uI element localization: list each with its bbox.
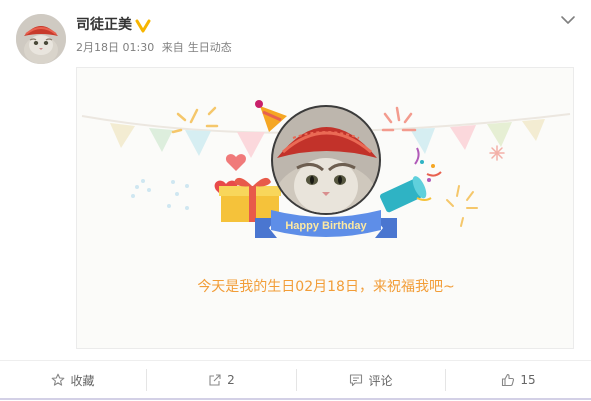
thumbs-up-icon (502, 373, 515, 387)
repost-button[interactable]: 2 (147, 361, 296, 399)
birthday-message: 今天是我的生日02月18日，来祝福我吧~ (197, 279, 455, 295)
cat-avatar-image (16, 14, 66, 64)
like-button[interactable]: 15 (446, 361, 591, 399)
birthday-card: Happy Birthday 今天是我的生日02月18日，来祝福我吧~ (76, 67, 574, 349)
source-prefix: 来自 (161, 41, 184, 54)
favorite-button[interactable]: 收藏 (0, 361, 146, 399)
bottom-border (0, 398, 591, 400)
like-count: 15 (520, 373, 536, 387)
user-avatar[interactable] (16, 14, 66, 64)
weibo-post-card: 司徒正美 2月18日 01:30 来自 生日动态 Happy Birthday … (0, 0, 591, 401)
favorite-label: 收藏 (70, 373, 95, 388)
chevron-down-icon[interactable] (559, 11, 577, 29)
username[interactable]: 司徒正美 (76, 16, 132, 34)
verified-badge-icon (135, 19, 151, 33)
star-icon (52, 373, 65, 386)
post-source[interactable]: 生日动态 (188, 41, 232, 54)
birthday-illustration: Happy Birthday (81, 100, 571, 238)
repost-count: 2 (227, 373, 235, 387)
post-meta: 2月18日 01:30 来自 生日动态 (76, 41, 232, 55)
share-arrow-icon (209, 374, 221, 386)
action-bar: 收藏 2 评论 15 (0, 361, 591, 399)
comment-icon (350, 374, 363, 387)
ribbon-text: Happy Birthday (285, 220, 367, 232)
comment-button[interactable]: 评论 (297, 361, 445, 399)
comment-label: 评论 (368, 373, 393, 388)
post-date[interactable]: 2月18日 01:30 (76, 41, 154, 54)
